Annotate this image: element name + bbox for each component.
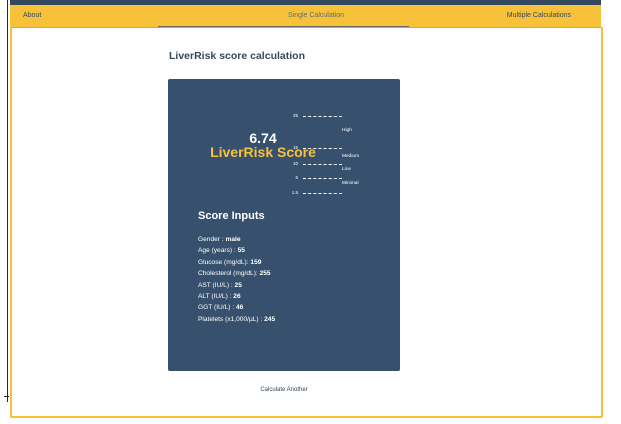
score-inputs-list: Gender : male Age (years) : 55 Glucose (…: [198, 234, 275, 325]
nav-multiple-calculations[interactable]: Multiple Calculations: [507, 5, 571, 27]
band-low: Low: [342, 167, 351, 172]
input-label: Glucose (mg/dL):: [198, 258, 251, 266]
calculate-another-button[interactable]: Calculate Another: [244, 383, 324, 397]
input-label: Gender :: [198, 236, 226, 243]
scale-line-6: [303, 178, 342, 179]
input-glucose: Glucose (mg/dL): 159: [198, 257, 275, 268]
input-value: male: [225, 236, 241, 243]
input-alt: ALT (IU/L) : 26: [198, 291, 275, 302]
input-value: 255: [259, 270, 271, 278]
band-minimal: Minimal: [342, 181, 359, 186]
input-label: Age (years) :: [198, 247, 238, 255]
input-platelets: Platelets (x1,000/µL) : 245: [198, 314, 275, 325]
input-value: 245: [264, 315, 276, 323]
scale-tick-1-5: 1.5: [291, 190, 298, 195]
input-value: 46: [235, 304, 244, 312]
result-card: 6.74 LiverRisk Score 25 High 15 Medium 1…: [168, 79, 400, 371]
input-ggt: GGT (IU/L) : 46: [198, 302, 275, 313]
scale-tick-15: 15: [292, 145, 298, 150]
input-ast: AST (IU/L) : 25: [198, 280, 275, 291]
input-gender: Gender : male: [198, 234, 275, 245]
input-age: Age (years) : 55: [198, 245, 275, 256]
page-title: LiverRisk score calculation: [169, 50, 305, 62]
scale-tick-6: 6: [295, 175, 298, 180]
scale-tick-25: 25: [292, 113, 298, 118]
band-medium: Medium: [342, 154, 360, 159]
band-high: High: [342, 128, 352, 133]
input-value: 55: [237, 247, 245, 255]
input-label: GGT (IU/L) :: [198, 304, 236, 312]
nav-about[interactable]: About: [23, 5, 41, 27]
input-value: 25: [234, 281, 242, 289]
input-label: AST (IU/L) :: [198, 281, 235, 289]
risk-scale: 25 High 15 Medium 10 Low 6 Minimal 1.5: [168, 79, 400, 209]
input-label: ALT (IU/L) :: [198, 292, 234, 300]
input-label: Cholesterol (mg/dL):: [198, 270, 260, 278]
input-value: 159: [250, 258, 262, 266]
scale-line-10: [303, 164, 342, 165]
input-value: 26: [233, 292, 241, 300]
left-divider-end: [4, 396, 9, 397]
scale-tick-10: 10: [292, 161, 298, 166]
scale-line-1-5: [303, 193, 342, 194]
scale-line-15: [303, 148, 342, 149]
main-nav: About Single Calculation Multiple Calcul…: [10, 5, 601, 28]
input-cholesterol: Cholesterol (mg/dL): 255: [198, 268, 275, 279]
score-inputs-title: Score Inputs: [198, 210, 265, 222]
input-label: Platelets (x1,000/µL) :: [198, 315, 265, 323]
scale-line-25: [303, 116, 342, 117]
left-divider: [7, 0, 8, 402]
nav-single-calculation[interactable]: Single Calculation: [240, 5, 392, 27]
